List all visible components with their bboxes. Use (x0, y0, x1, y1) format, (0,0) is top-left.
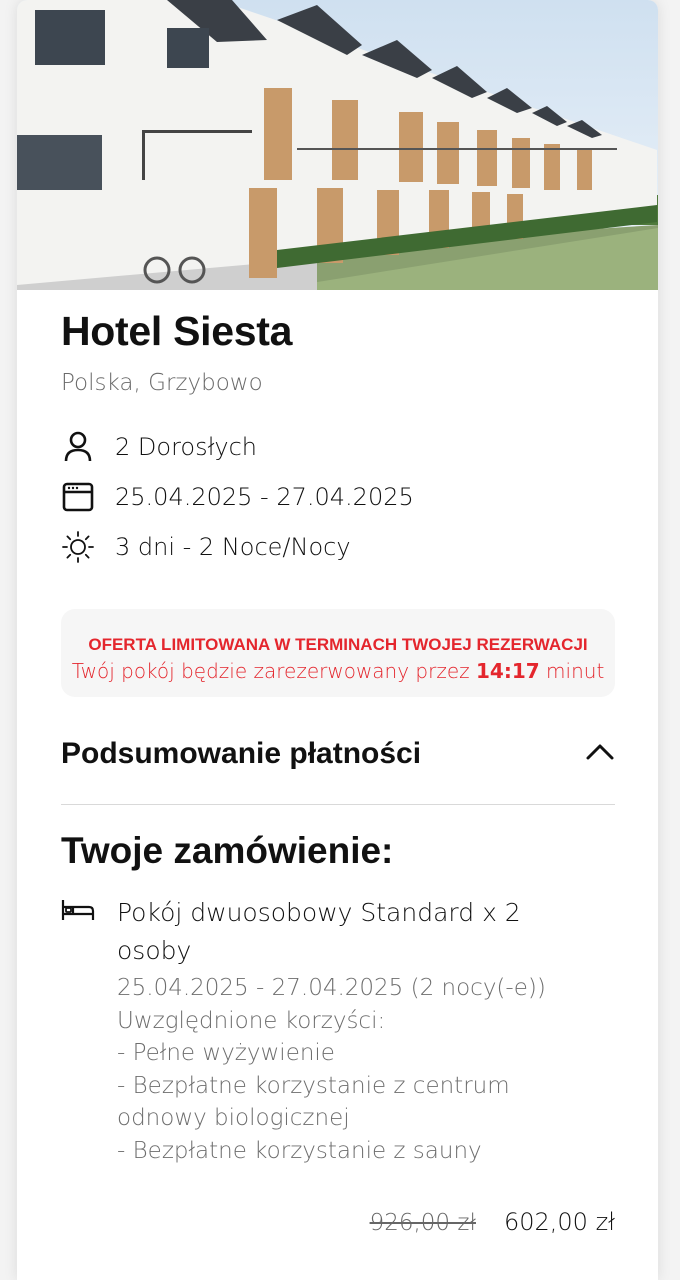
bed-icon (61, 898, 95, 926)
benefit-item: - Pełne wyżywienie (117, 1040, 335, 1066)
old-price: 926,00 zł (369, 1210, 476, 1236)
alert-text: Twój pokój będzie zarezerwowany przez 14… (61, 659, 615, 683)
room-details: 25.04.2025 - 27.04.2025 (2 nocy(-e)) Uwz… (117, 972, 597, 1167)
dates-row: 25.04.2025 - 27.04.2025 (61, 479, 414, 515)
payment-summary-label: Podsumowanie płatności (61, 737, 422, 770)
room-name: Pokój dwuosobowy Standard x 2 osoby (117, 898, 521, 965)
benefit-item: - Bezpłatne korzystanie z centrum odnowy… (117, 1072, 510, 1132)
limited-offer-alert: OFERTA LIMITOWANA W TERMINACH TWOJEJ REZ… (61, 609, 615, 697)
dates-text: 25.04.2025 - 27.04.2025 (115, 483, 414, 511)
reservation-timer: 14:17 (476, 659, 540, 683)
alert-title: OFERTA LIMITOWANA W TERMINACH TWOJEJ REZ… (88, 635, 588, 654)
duration-row: 3 dni - 2 Noce/Nocy (61, 529, 351, 565)
duration-text: 3 dni - 2 Noce/Nocy (115, 533, 351, 561)
booking-summary-card: Hotel Siesta Polska, Grzybowo 2 Dorosłyc… (17, 0, 658, 1280)
hotel-location: Polska, Grzybowo (61, 370, 263, 396)
stay-dates: 25.04.2025 - 27.04.2025 (2 nocy(-e)) (117, 975, 546, 1001)
calendar-icon (61, 480, 95, 514)
benefit-item: - Bezpłatne korzystanie z sauny (117, 1137, 482, 1164)
hotel-photo (17, 0, 658, 290)
person-icon (61, 430, 95, 464)
sun-icon (61, 530, 95, 564)
order-title: Twoje zamówienie: (61, 830, 394, 871)
guests-row: 2 Dorosłych (61, 429, 257, 465)
guests-text: 2 Dorosłych (115, 433, 258, 461)
alert-text-before: Twój pokój będzie zarezerwowany przez (71, 659, 470, 683)
hotel-name: Hotel Siesta (61, 308, 293, 354)
price-row: 926,00 zł 602,00 zł (370, 1208, 615, 1236)
alert-text-after: minut (546, 659, 605, 683)
payment-summary-toggle[interactable]: Podsumowanie płatności (61, 730, 615, 778)
benefits-label: Uwzględnione korzyści: (117, 1007, 386, 1034)
chevron-up-icon[interactable] (585, 742, 615, 766)
divider (61, 804, 615, 805)
current-price: 602,00 zł (503, 1208, 615, 1236)
